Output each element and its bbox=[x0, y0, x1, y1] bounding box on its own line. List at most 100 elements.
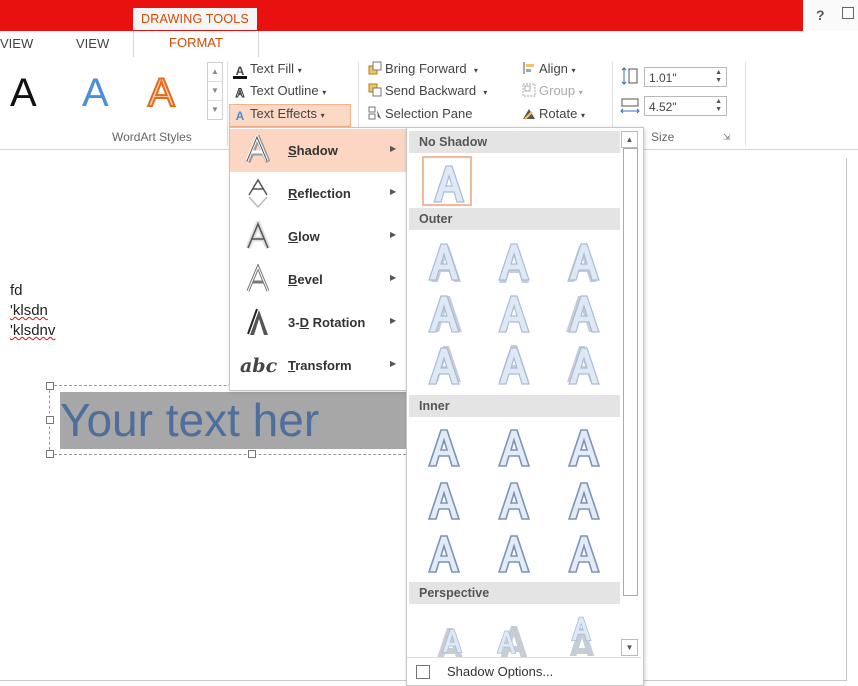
wordart-gallery-scroller[interactable]: ▲ ▼ ▼ bbox=[207, 62, 223, 120]
shadow-preset-icon bbox=[498, 295, 530, 333]
text-outline-button[interactable]: A Text Outline ▾ bbox=[233, 83, 326, 101]
ribbon-tab-row bbox=[0, 31, 858, 58]
send-backward-icon bbox=[368, 83, 382, 97]
shadow-preset-inner[interactable] bbox=[559, 422, 609, 472]
shape-width-field[interactable]: 4.52" ▲ ▼ bbox=[644, 96, 727, 116]
align-button[interactable]: Align ▾ bbox=[522, 61, 576, 76]
shadow-preset-inner[interactable] bbox=[419, 422, 469, 472]
shadow-preset-icon bbox=[567, 429, 601, 467]
wordart-style-orange[interactable]: A bbox=[147, 70, 176, 116]
scroll-down-icon[interactable]: ▼ bbox=[621, 639, 638, 656]
shadow-preset-inner[interactable] bbox=[419, 475, 469, 525]
chevron-right-icon: ▶ bbox=[390, 144, 397, 153]
shadow-preset-icon bbox=[498, 345, 530, 385]
restore-icon[interactable] bbox=[842, 7, 854, 19]
text-effects-label-row[interactable]: A Text Effects ▾ bbox=[233, 106, 325, 123]
shadow-preset-icon bbox=[428, 243, 461, 282]
tab-format[interactable]: FORMAT bbox=[133, 31, 259, 58]
text-effects-menu: Shadow ▶ Reflection ▶ Glow ▶ Bevel ▶ 3-D… bbox=[229, 127, 408, 391]
shadow-preset-inner[interactable] bbox=[489, 475, 539, 525]
section-header-no-shadow: No Shadow bbox=[409, 131, 623, 153]
shadow-preset-icon bbox=[567, 243, 600, 282]
shadow-preset-icon bbox=[427, 429, 461, 467]
reflection-effect-icon bbox=[248, 178, 268, 208]
shadow-preset-outer[interactable] bbox=[419, 236, 469, 286]
shadow-preset-perspective[interactable] bbox=[557, 606, 607, 664]
shadow-preset-none[interactable] bbox=[422, 156, 472, 206]
menu-item-transform[interactable]: abc Transform ▶ bbox=[230, 344, 407, 387]
resize-handle[interactable] bbox=[46, 382, 54, 390]
chevron-down-icon: ▾ bbox=[320, 111, 325, 120]
group-button[interactable]: Group ▾ bbox=[522, 83, 583, 98]
dialog-launcher-icon[interactable]: ⇲ bbox=[723, 132, 731, 143]
shadow-preset-icon bbox=[427, 482, 461, 520]
chevron-right-icon: ▶ bbox=[390, 273, 397, 282]
spinner-icon[interactable]: ▲ ▼ bbox=[715, 69, 722, 85]
shadow-preset-inner[interactable] bbox=[419, 528, 469, 578]
shadow-preset-icon bbox=[428, 295, 462, 333]
menu-item-shadow[interactable]: Shadow ▶ bbox=[230, 129, 407, 172]
shadow-preset-icon bbox=[567, 535, 601, 573]
send-backward-label: Send Backward bbox=[385, 83, 477, 98]
shadow-preset-inner[interactable] bbox=[489, 422, 539, 472]
glow-effect-icon bbox=[245, 221, 271, 249]
shadow-preset-inner[interactable] bbox=[489, 528, 539, 578]
chevron-up-icon[interactable]: ▲ bbox=[208, 63, 222, 82]
shape-height-value: 1.01" bbox=[649, 71, 677, 85]
shadow-preset-icon bbox=[566, 295, 600, 333]
shadow-preset-perspective[interactable] bbox=[481, 612, 531, 662]
scrollbar-thumb[interactable] bbox=[623, 148, 638, 596]
shadow-preset-outer[interactable] bbox=[559, 236, 609, 286]
tab-view-partial[interactable]: VIEW bbox=[0, 36, 33, 51]
spinner-icon[interactable]: ▲ ▼ bbox=[715, 98, 722, 114]
shadow-preset-outer[interactable] bbox=[489, 236, 539, 286]
shadow-preset-outer[interactable] bbox=[559, 340, 609, 390]
menu-item-3d-rotation[interactable]: 3-D Rotation ▶ bbox=[230, 301, 407, 344]
menu-item-label: 3-D Rotation bbox=[288, 315, 366, 330]
chevron-down-icon: ▾ bbox=[473, 66, 478, 75]
shadow-preset-outer[interactable] bbox=[489, 340, 539, 390]
shadow-options-label[interactable]: Shadow Options... bbox=[447, 664, 553, 679]
shadow-preset-icon bbox=[496, 626, 529, 662]
help-button[interactable]: ? bbox=[816, 7, 825, 23]
shape-width-value: 4.52" bbox=[649, 100, 677, 114]
selection-pane-button[interactable]: Selection Pane bbox=[368, 106, 472, 121]
resize-handle[interactable] bbox=[46, 416, 54, 424]
text-outline-label: Text Outline bbox=[250, 83, 319, 98]
scroll-up-icon[interactable]: ▲ bbox=[621, 131, 638, 148]
ribbon-divider bbox=[227, 62, 228, 146]
chevron-down-icon: ▾ bbox=[580, 111, 585, 120]
wordart-style-black[interactable]: A bbox=[10, 70, 37, 116]
resize-handle[interactable] bbox=[46, 450, 54, 458]
gallery-expand-icon[interactable]: ▼ bbox=[208, 101, 222, 119]
bring-forward-button[interactable]: Bring Forward ▾ bbox=[368, 61, 478, 76]
size-group-label: Size bbox=[651, 130, 675, 144]
shadow-preset-icon bbox=[497, 482, 531, 520]
wordart-text[interactable]: Your text her bbox=[60, 392, 420, 449]
menu-item-bevel[interactable]: Bevel ▶ bbox=[230, 258, 407, 301]
chevron-down-icon[interactable]: ▼ bbox=[208, 82, 222, 101]
resize-handle[interactable] bbox=[248, 450, 256, 458]
shadow-gallery: No Shadow Outer Inner Perspective bbox=[406, 127, 644, 686]
shadow-preset-outer[interactable] bbox=[489, 288, 539, 338]
rotate-button[interactable]: Rotate ▾ bbox=[522, 106, 585, 121]
shadow-preset-inner[interactable] bbox=[559, 475, 609, 525]
menu-item-glow[interactable]: Glow ▶ bbox=[230, 215, 407, 258]
shape-height-field[interactable]: 1.01" ▲ ▼ bbox=[644, 67, 727, 87]
shadow-preset-icon bbox=[428, 346, 461, 385]
shadow-preset-perspective[interactable] bbox=[431, 612, 481, 664]
shadow-preset-inner[interactable] bbox=[559, 528, 609, 578]
shadow-preset-icon bbox=[567, 346, 600, 385]
3d-rotation-effect-icon bbox=[247, 308, 268, 335]
shape-width-icon bbox=[620, 97, 642, 115]
title-bar bbox=[0, 0, 803, 31]
shadow-preset-outer[interactable] bbox=[419, 340, 469, 390]
shadow-preset-outer[interactable] bbox=[419, 288, 469, 338]
text-fill-button[interactable]: A Text Fill ▾ bbox=[233, 61, 302, 79]
tab-view[interactable]: VIEW bbox=[76, 36, 109, 51]
shadow-preset-icon bbox=[427, 535, 461, 573]
menu-item-reflection[interactable]: Reflection ▶ bbox=[230, 172, 407, 215]
send-backward-button[interactable]: Send Backward ▾ bbox=[368, 83, 487, 98]
wordart-style-blue[interactable]: A bbox=[82, 70, 109, 116]
shadow-preset-outer[interactable] bbox=[559, 288, 609, 338]
